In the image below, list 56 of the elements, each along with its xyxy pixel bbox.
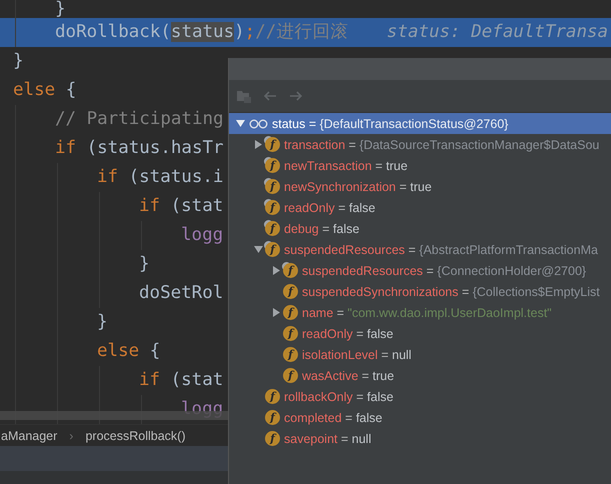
variable-text: completed = false xyxy=(284,410,382,424)
glasses-icon xyxy=(249,118,269,128)
field-icon: f xyxy=(265,389,280,404)
field-icon: f xyxy=(283,263,298,278)
variable-text: suspendedSynchronizations = {Collections$EmptyList xyxy=(302,284,600,298)
code-line: if (status.hasTr xyxy=(55,137,224,160)
selected-tree-row[interactable]: status = {DefaultTransactionStatus@2760} xyxy=(229,113,611,134)
collapse-triangle-icon[interactable] xyxy=(252,244,264,255)
variable-text: rollbackOnly = false xyxy=(284,390,394,404)
field-icon: f xyxy=(265,410,280,425)
variable-text: name = "com.ww.dao.impl.UserDaoImpl.test" xyxy=(302,306,552,320)
code-line: else { xyxy=(97,340,160,363)
field-icon: f xyxy=(283,368,298,383)
breadcrumb-item[interactable]: aManager xyxy=(1,428,58,442)
field-icon: f xyxy=(265,137,280,152)
field-icon: f xyxy=(265,158,280,173)
code-line: doRollback(status);//进行回滚 status: DefaultTransa xyxy=(55,21,608,44)
field-icon: f xyxy=(265,242,280,257)
code-line: } xyxy=(13,50,24,73)
variable-text: readOnly = false xyxy=(302,326,394,340)
code-line: // Participating xyxy=(55,108,224,131)
variable-text: wasActive = true xyxy=(302,368,394,382)
field-icon: f xyxy=(283,347,298,362)
field-icon: f xyxy=(283,326,298,341)
variable-text: suspendedResources = {AbstractPlatformTransactionMa xyxy=(284,242,598,256)
field-icon: f xyxy=(265,179,280,194)
code-line: logg xyxy=(181,224,224,247)
expand-triangle-icon[interactable] xyxy=(252,139,264,150)
expand-triangle-icon[interactable] xyxy=(270,307,282,318)
code-line: if (status.i xyxy=(97,166,224,189)
variable-text: debug = false xyxy=(284,222,360,236)
code-line: if (stat xyxy=(139,369,224,392)
field-icon: f xyxy=(265,200,280,215)
breadcrumb-separator: › xyxy=(69,428,74,442)
expand-triangle-icon[interactable] xyxy=(270,265,282,276)
code-line: else { xyxy=(13,79,76,102)
variable-text: readOnly = false xyxy=(284,200,376,214)
variable-text: suspendedResources = {ConnectionHolder@2700} xyxy=(302,264,586,278)
code-line: if (stat xyxy=(139,195,224,218)
field-icon: f xyxy=(265,431,280,446)
field-icon: f xyxy=(265,221,280,236)
field-icon: f xyxy=(283,305,298,320)
code-line: doSetRol xyxy=(139,282,224,305)
collapse-triangle-icon[interactable] xyxy=(234,118,246,129)
variable-text: transaction = {DataSourceTransactionManager$DataSou xyxy=(284,138,600,152)
code-line: } xyxy=(139,253,150,276)
variable-text: newSynchronization = true xyxy=(284,180,432,194)
code-line: logg xyxy=(181,398,224,421)
variable-text: newTransaction = true xyxy=(284,158,408,172)
variable-text: status = {DefaultTransactionStatus@2760} xyxy=(272,116,508,130)
code-line: } xyxy=(55,0,66,18)
code-line: } xyxy=(97,311,108,334)
field-icon: f xyxy=(283,284,298,299)
breadcrumb-item[interactable]: processRollback() xyxy=(85,428,186,442)
variable-text: savepoint = null xyxy=(284,432,372,446)
variable-text: isolationLevel = null xyxy=(302,348,412,362)
